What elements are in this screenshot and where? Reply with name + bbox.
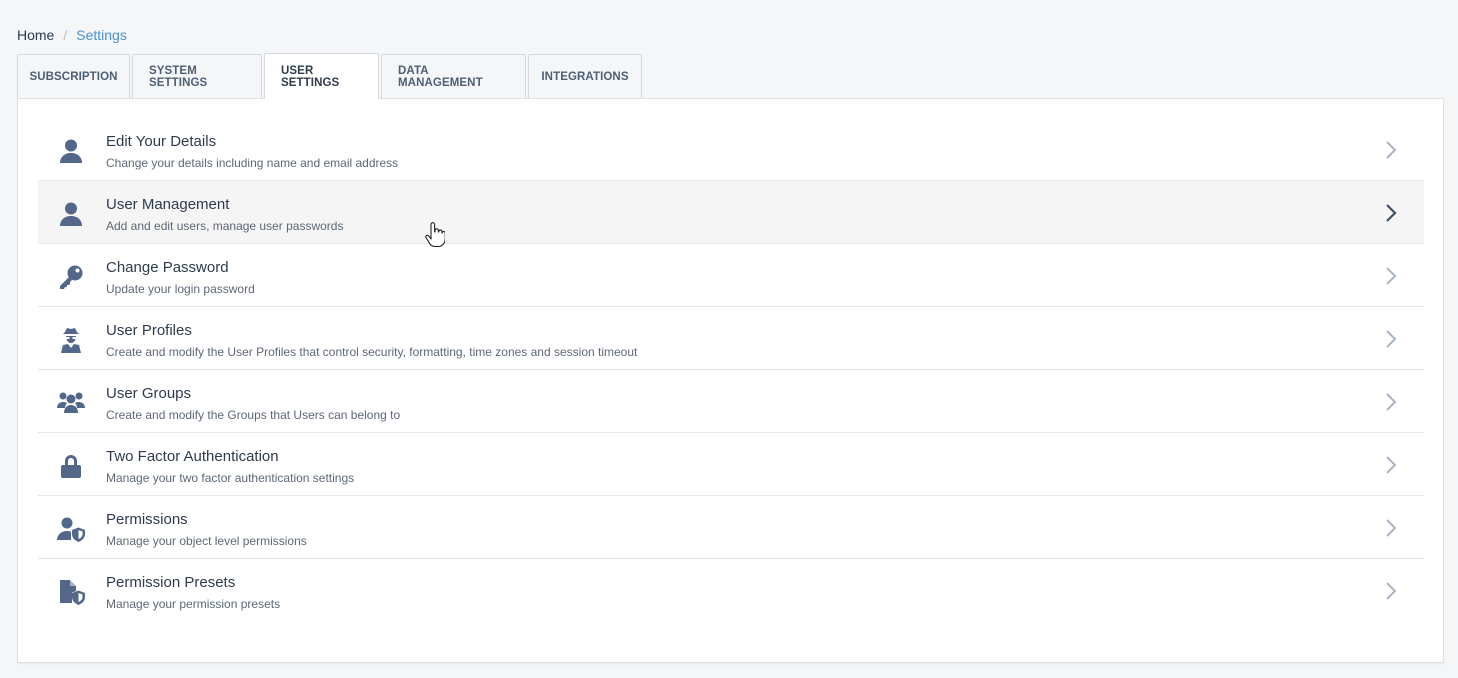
settings-list: Edit Your Details Change your details in… <box>38 118 1424 622</box>
breadcrumb-home[interactable]: Home <box>17 27 54 43</box>
chevron-right-icon <box>1384 203 1398 223</box>
settings-panel: Edit Your Details Change your details in… <box>17 98 1444 663</box>
file-shield-icon <box>57 578 85 606</box>
list-item-title: User Groups <box>106 385 192 402</box>
list-item-permissions[interactable]: Permissions Manage your object level per… <box>38 496 1424 559</box>
chevron-right-icon <box>1384 329 1398 349</box>
lock-icon <box>57 452 85 480</box>
list-item-title: User Management <box>106 196 230 213</box>
list-item-title: Edit Your Details <box>106 133 217 150</box>
user-icon <box>57 137 85 165</box>
tab-integrations[interactable]: INTEGRATIONS <box>528 54 642 99</box>
breadcrumb-separator: / <box>63 27 68 43</box>
tab-data-management[interactable]: DATA MANAGEMENT <box>381 54 526 99</box>
user-icon <box>57 200 85 228</box>
key-icon <box>57 263 85 291</box>
list-item-title: Permissions <box>106 511 188 528</box>
chevron-right-icon <box>1384 140 1398 160</box>
list-item-edit-your-details[interactable]: Edit Your Details Change your details in… <box>38 118 1424 181</box>
chevron-right-icon <box>1384 455 1398 475</box>
chevron-right-icon <box>1384 266 1398 286</box>
list-item-title: Change Password <box>106 259 229 276</box>
hand-cursor-icon <box>425 222 446 248</box>
user-secret-icon <box>57 326 85 354</box>
list-item-description: Manage your object level permissions <box>106 534 307 548</box>
users-icon <box>57 389 85 417</box>
list-item-user-profiles[interactable]: User Profiles Create and modify the User… <box>38 307 1424 370</box>
list-item-description: Create and modify the Groups that Users … <box>106 408 401 422</box>
list-item-title: Two Factor Authentication <box>106 448 279 465</box>
chevron-right-icon <box>1384 392 1398 412</box>
list-item-description: Manage your permission presets <box>106 597 281 611</box>
list-item-description: Manage your two factor authentication se… <box>106 471 355 485</box>
list-item-description: Create and modify the User Profiles that… <box>106 345 638 359</box>
list-item-permission-presets[interactable]: Permission Presets Manage your permissio… <box>38 559 1424 622</box>
tab-subscription[interactable]: SUBSCRIPTION <box>17 54 130 99</box>
breadcrumb-current[interactable]: Settings <box>76 27 127 43</box>
list-item-description: Update your login password <box>106 282 255 296</box>
list-item-description: Change your details including name and e… <box>106 156 399 170</box>
tab-system-settings[interactable]: SYSTEM SETTINGS <box>132 54 262 99</box>
list-item-title: Permission Presets <box>106 574 236 591</box>
list-item-title: User Profiles <box>106 322 192 339</box>
settings-tabs: SUBSCRIPTION SYSTEM SETTINGS USER SETTIN… <box>17 53 644 99</box>
list-item-two-factor-authentication[interactable]: Two Factor Authentication Manage your tw… <box>38 433 1424 496</box>
chevron-right-icon <box>1384 518 1398 538</box>
user-shield-icon <box>57 515 85 543</box>
list-item-user-management[interactable]: User Management Add and edit users, mana… <box>38 181 1424 244</box>
list-item-user-groups[interactable]: User Groups Create and modify the Groups… <box>38 370 1424 433</box>
breadcrumb: Home / Settings <box>17 27 127 43</box>
list-item-description: Add and edit users, manage user password… <box>106 219 344 233</box>
tab-user-settings[interactable]: USER SETTINGS <box>264 53 379 99</box>
list-item-change-password[interactable]: Change Password Update your login passwo… <box>38 244 1424 307</box>
chevron-right-icon <box>1384 581 1398 601</box>
